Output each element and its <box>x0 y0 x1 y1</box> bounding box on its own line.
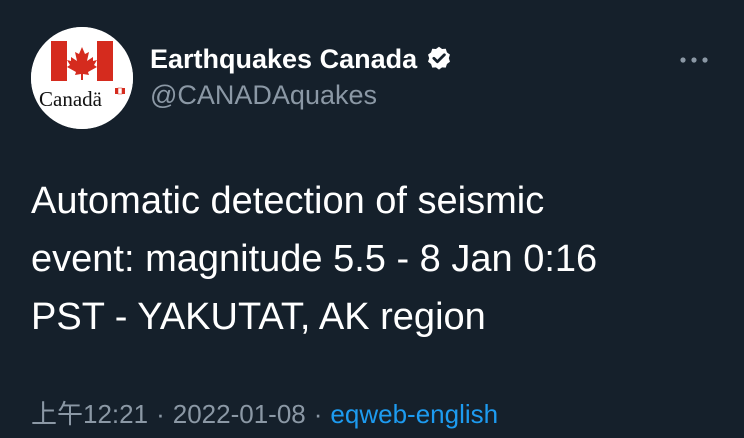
meta-separator: · <box>313 399 323 429</box>
meta-separator: · <box>156 399 165 429</box>
author-info: Earthquakes Canada @CANADAquakes <box>150 42 453 111</box>
tweet-card: Canadä Earthquakes Canada @CANADAquakes … <box>0 0 744 438</box>
more-options-icon <box>680 57 708 63</box>
canada-flag-logo-icon: Canadä <box>31 27 133 129</box>
tweet-meta: 上午12:21 · 2022-01-08 · eqweb-english <box>31 394 498 431</box>
tweet-source-link[interactable]: eqweb-english <box>330 399 498 430</box>
tweet-date[interactable]: 2022-01-08 <box>173 399 306 430</box>
user-handle[interactable]: @CANADAquakes <box>150 80 453 111</box>
avatar[interactable]: Canadä <box>31 27 133 129</box>
tweet-time[interactable]: 上午12:21 <box>31 394 148 431</box>
more-options-button[interactable] <box>674 40 714 80</box>
name-row: Earthquakes Canada <box>150 42 453 76</box>
display-name[interactable]: Earthquakes Canada <box>150 44 417 75</box>
tweet-text: Automatic detection of seismic event: ma… <box>31 180 598 338</box>
avatar-wordmark: Canadä <box>39 87 103 111</box>
verified-badge-icon <box>425 45 453 73</box>
